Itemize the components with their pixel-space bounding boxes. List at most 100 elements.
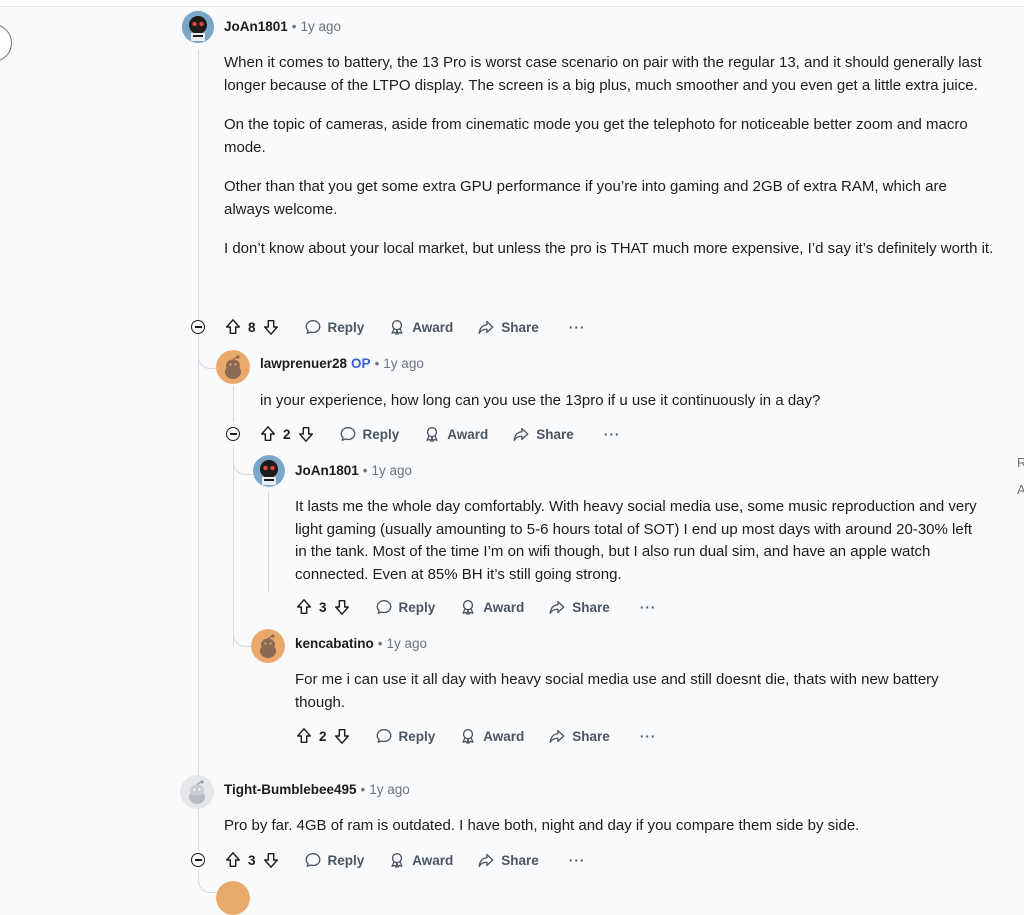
vote-control: 3 [224, 851, 280, 869]
more-options-button[interactable]: ··· [569, 853, 586, 868]
thread-line-joan2 [268, 492, 269, 592]
award-button[interactable]: Award [388, 851, 453, 869]
top-divider [0, 0, 1024, 7]
upvote-icon[interactable] [259, 425, 277, 443]
comment-paragraph: For me i can use it all day with heavy s… [295, 671, 939, 711]
more-options-button[interactable]: ··· [604, 427, 621, 442]
comment-actions: 2 Reply Award Share ··· [259, 421, 620, 447]
comment-meta: JoAn1801 • 1y ago [224, 19, 342, 34]
award-label: Award [447, 426, 489, 442]
vote-count: 2 [319, 728, 327, 744]
share-label: Share [572, 599, 610, 615]
downvote-icon[interactable] [333, 598, 351, 616]
award-label: Award [412, 319, 454, 335]
share-arrow-icon [513, 427, 529, 441]
downvote-icon[interactable] [333, 727, 351, 745]
share-label: Share [536, 426, 574, 442]
comment-body: For me i can use it all day with heavy s… [295, 669, 985, 714]
collapse-icon[interactable] [191, 853, 205, 867]
reply-label: Reply [398, 728, 436, 744]
avatar[interactable] [251, 629, 285, 663]
comment-actions: 8 Reply Award Share ··· [224, 314, 585, 340]
vote-count: 8 [248, 319, 256, 335]
reply-bubble-icon [305, 320, 320, 334]
reply-bubble-icon [376, 600, 391, 614]
downvote-icon[interactable] [262, 851, 280, 869]
comment-meta: JoAn1801 • 1y ago [295, 463, 413, 478]
upvote-icon[interactable] [224, 851, 242, 869]
reply-button[interactable]: Reply [304, 318, 365, 336]
comment-paragraph: It lasts me the whole day comfortably. W… [295, 498, 977, 583]
comment-body: When it comes to battery, the 13 Pro is … [224, 52, 994, 261]
reply-bubble-icon [305, 853, 320, 867]
award-icon [462, 600, 474, 615]
more-options-button[interactable]: ··· [640, 729, 657, 744]
collapse-icon[interactable] [191, 320, 205, 334]
upvote-icon[interactable] [295, 727, 313, 745]
comment-paragraph: When it comes to battery, the 13 Pro is … [224, 54, 982, 94]
award-button[interactable]: Award [459, 598, 524, 616]
comment-actions: 2 Reply Award Share ··· [295, 723, 656, 749]
reply-button[interactable]: Reply [339, 425, 399, 443]
avatar[interactable] [182, 11, 214, 43]
comment-author[interactable]: Tight-Bumblebee495 [224, 782, 357, 797]
vote-count: 3 [248, 852, 256, 868]
award-button[interactable]: Award [459, 727, 524, 745]
upvote-icon[interactable] [295, 598, 313, 616]
left-edge-control[interactable] [0, 24, 12, 62]
downvote-icon[interactable] [262, 318, 280, 336]
award-icon [426, 427, 438, 442]
share-button[interactable]: Share [512, 425, 574, 443]
comment-author[interactable]: lawprenuer28 [260, 356, 347, 371]
thread-elbow [198, 340, 217, 369]
vote-control: 8 [224, 318, 280, 336]
avatar[interactable] [253, 455, 285, 487]
vote-count: 2 [283, 426, 291, 442]
award-label: Award [412, 852, 454, 868]
comment-time[interactable]: 1y ago [387, 636, 428, 651]
share-button[interactable]: Share [477, 851, 539, 869]
award-label: Award [483, 728, 525, 744]
collapse-icon[interactable] [226, 427, 240, 441]
avatar[interactable] [216, 881, 250, 915]
award-icon [391, 320, 403, 335]
reply-bubble-icon [376, 729, 391, 743]
comment-paragraph: in your experience, how long can you use… [260, 392, 821, 409]
share-button[interactable]: Share [548, 727, 610, 745]
share-arrow-icon [478, 320, 494, 334]
share-button[interactable]: Share [477, 318, 539, 336]
comment-time[interactable]: 1y ago [372, 463, 413, 478]
downvote-icon[interactable] [297, 425, 315, 443]
reply-button[interactable]: Reply [304, 851, 364, 869]
comment-actions: 3 Reply Award Share ··· [295, 594, 656, 620]
comment-time[interactable]: 1y ago [383, 356, 424, 371]
comment-author[interactable]: JoAn1801 [295, 463, 359, 478]
reply-button[interactable]: Reply [375, 727, 436, 745]
award-icon [391, 853, 403, 868]
comment-author[interactable]: kencabatino [295, 636, 374, 651]
comment-time[interactable]: 1y ago [369, 782, 410, 797]
award-button[interactable]: Award [423, 425, 488, 443]
comment-author[interactable]: JoAn1801 [224, 19, 288, 34]
avatar[interactable] [216, 350, 250, 384]
upvote-icon[interactable] [224, 318, 242, 336]
comment-body: It lasts me the whole day comfortably. W… [295, 496, 985, 586]
more-options-button[interactable]: ··· [569, 320, 586, 335]
share-button[interactable]: Share [548, 598, 610, 616]
thread-elbow [198, 870, 217, 893]
vote-count: 3 [319, 599, 327, 615]
avatar[interactable] [180, 775, 214, 809]
comment-body: Pro by far. 4GB of ram is outdated. I ha… [224, 815, 994, 838]
comment-time[interactable]: 1y ago [301, 19, 342, 34]
more-options-button[interactable]: ··· [640, 600, 657, 615]
comment-paragraph: I don’t know about your local market, bu… [224, 240, 994, 257]
reply-label: Reply [327, 319, 365, 335]
award-button[interactable]: Award [388, 318, 453, 336]
comment-meta: Tight-Bumblebee495 • 1y ago [224, 782, 410, 797]
share-arrow-icon [549, 600, 565, 614]
comment-meta: kencabatino • 1y ago [295, 636, 428, 651]
vote-control: 3 [295, 598, 351, 616]
vote-control: 2 [295, 727, 351, 745]
share-arrow-icon [549, 729, 565, 743]
reply-button[interactable]: Reply [375, 598, 435, 616]
